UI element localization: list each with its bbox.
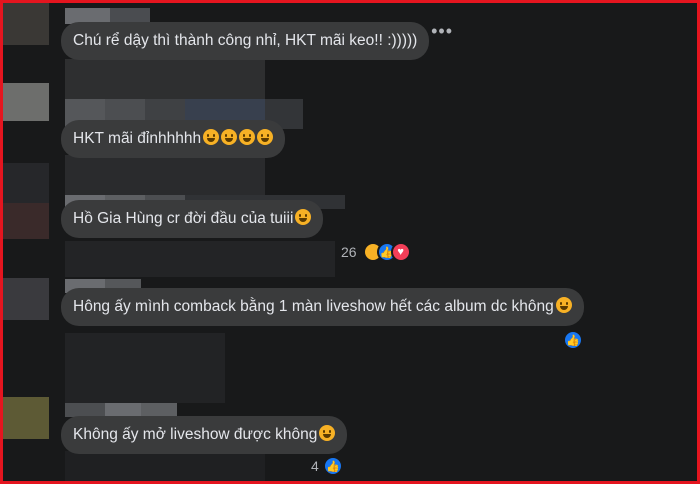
- blurred-name: [65, 451, 265, 481]
- reaction-summary[interactable]: 👍: [563, 329, 583, 351]
- blurred-name: [65, 333, 225, 403]
- laughing-face-icon: [203, 129, 220, 145]
- like-reaction-icon: 👍: [563, 330, 583, 350]
- more-options-icon[interactable]: •••: [431, 21, 453, 42]
- laughing-face-icon: [239, 129, 256, 145]
- blurred-name: [65, 403, 105, 417]
- comment-bubble: Hồ Gia Hùng cr đời đầu của tuiii: [61, 200, 324, 238]
- like-reaction-icon: 👍: [322, 456, 343, 476]
- reaction-count: 26: [341, 244, 357, 260]
- love-reaction-icon: ♥: [390, 242, 411, 262]
- blurred-name: [65, 59, 265, 99]
- comment-text: Không ấy mở liveshow được không: [73, 426, 318, 443]
- laughing-tears-icon: [555, 297, 572, 313]
- pleading-face-icon: [319, 425, 336, 441]
- laughing-face-icon: [221, 129, 238, 145]
- comment-bubble: Hông ấy mình comback bằng 1 màn liveshow…: [61, 288, 584, 326]
- comment-bubble: HKT mãi đỉnhhhhh: [61, 120, 286, 158]
- blurred-avatar: [3, 163, 49, 203]
- comment-bubble: Không ấy mở liveshow được không: [61, 416, 348, 454]
- blurred-avatar: [3, 203, 49, 239]
- blurred-name: [65, 241, 335, 277]
- laughing-face-icon: [257, 129, 274, 145]
- comment-text: HKT mãi đỉnhhhhh: [73, 130, 202, 147]
- blurred-avatar: [3, 397, 49, 439]
- comment-text: Hồ Gia Hùng cr đời đầu của tuiii: [73, 210, 294, 227]
- reaction-count: 4: [311, 458, 319, 474]
- comment-feed: Chú rể dậy thì thành công nhỉ, HKT mãi k…: [0, 0, 700, 484]
- comment-bubble: Chú rể dậy thì thành công nhỉ, HKT mãi k…: [61, 22, 430, 60]
- blurred-avatar: [3, 3, 49, 45]
- reaction-summary[interactable]: 26 👍 ♥: [341, 241, 411, 263]
- crying-face-icon: [295, 209, 312, 225]
- comment-text: Hông ấy mình comback bằng 1 màn liveshow…: [73, 298, 554, 315]
- reaction-summary[interactable]: 4 👍: [311, 455, 343, 477]
- blurred-avatar: [3, 83, 49, 121]
- blurred-avatar: [3, 278, 49, 320]
- blurred-name: [141, 403, 177, 417]
- comment-text: Chú rể dậy thì thành công nhỉ, HKT mãi k…: [73, 32, 418, 49]
- blurred-name: [65, 155, 265, 195]
- blurred-name: [105, 403, 141, 417]
